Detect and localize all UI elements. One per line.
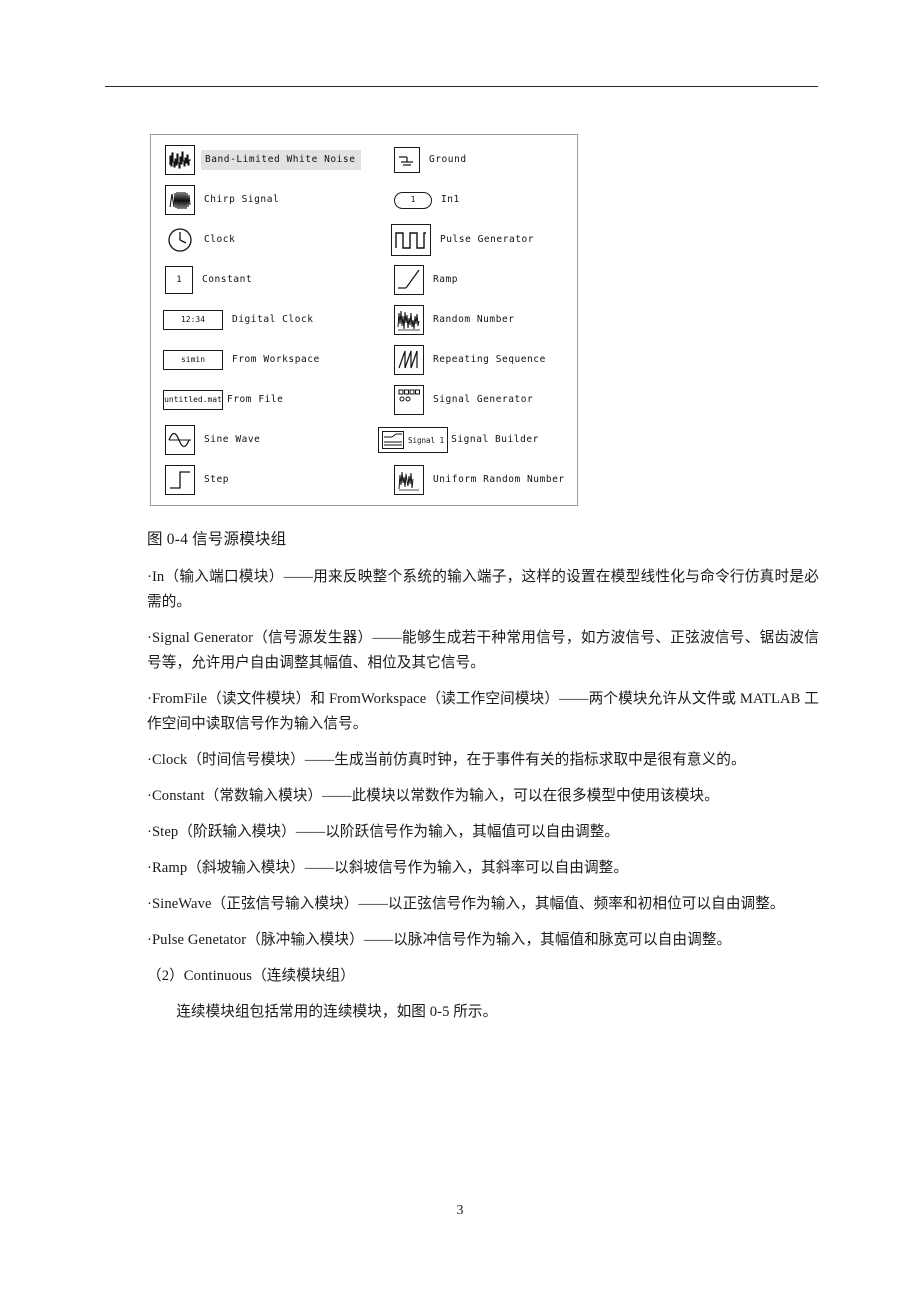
ramp-icon (394, 265, 424, 295)
paragraph-continuous-heading: （2）Continuous（连续模块组） (147, 968, 355, 984)
block-label: Repeating Sequence (433, 354, 546, 366)
inport-icon: 1 (394, 191, 432, 209)
block-label: Pulse Generator (440, 234, 535, 246)
block-label: Ramp (433, 274, 459, 286)
block-label: From Workspace (232, 354, 320, 366)
inport-value: 1 (410, 195, 416, 204)
block-item-constant[interactable]: 1 Constant (165, 260, 252, 300)
block-item-ramp[interactable]: Ramp (394, 260, 458, 300)
block-label: Signal Builder (451, 434, 539, 446)
paragraph-signal-generator: ·Signal Generator（信号源发生器）——能够生成若干种常用信号，如… (147, 630, 819, 671)
body-text: ·In（输入端口模块）——用来反映整个系统的输入端子，这样的设置在模型线性化与命… (147, 565, 819, 1036)
pulse-generator-icon (391, 224, 431, 256)
block-item-digital-clock[interactable]: 12:34 Digital Clock (163, 300, 314, 340)
sine-wave-icon (165, 425, 195, 455)
paragraph-pulse-generator: ·Pulse Genetator（脉冲输入模块）——以脉冲信号作为输入，其幅值和… (147, 932, 732, 948)
block-item-from-file[interactable]: untitled.mat From File (163, 380, 283, 420)
clock-icon (165, 225, 195, 255)
page-number: 3 (456, 1203, 464, 1218)
block-item-repeating-sequence[interactable]: Repeating Sequence (394, 340, 546, 380)
block-label: Step (204, 474, 230, 486)
from-file-icon: untitled.mat (163, 390, 223, 410)
paragraph-sinewave: ·SineWave（正弦信号输入模块）——以正弦信号作为输入，其幅值、频率和初相… (147, 896, 785, 912)
paragraph-continuous-body: 连续模块组包括常用的连续模块，如图 0-5 所示。 (176, 1004, 498, 1020)
step-icon (165, 465, 195, 495)
from-file-value: untitled.mat (164, 395, 222, 404)
block-item-from-workspace[interactable]: simin From Workspace (163, 340, 320, 380)
block-label: Sine Wave (204, 434, 261, 446)
digital-clock-value: 12:34 (180, 315, 206, 324)
block-label: Constant (202, 274, 253, 286)
noise-waveform-icon (165, 145, 195, 175)
paragraph-clock: ·Clock（时间信号模块）——生成当前仿真时钟，在于事件有关的指标求取中是很有… (147, 752, 746, 768)
block-item-chirp-signal[interactable]: Chirp Signal (165, 180, 279, 220)
random-number-icon (394, 305, 424, 335)
signal-builder-icon: Signal 1 (378, 427, 449, 453)
block-item-pulse-generator[interactable]: Pulse Generator (391, 220, 534, 260)
digital-clock-icon: 12:34 (163, 310, 223, 330)
block-label: Uniform Random Number (433, 474, 565, 486)
block-label: Signal Generator (433, 394, 534, 406)
block-item-signal-builder[interactable]: Signal 1 Signal Builder (378, 420, 539, 460)
block-item-step[interactable]: Step (165, 460, 229, 500)
block-label: From File (227, 394, 284, 406)
chirp-waveform-icon (165, 185, 195, 215)
block-item-in1[interactable]: 1 In1 (394, 180, 460, 220)
block-item-signal-generator[interactable]: Signal Generator (394, 380, 533, 420)
block-item-sine-wave[interactable]: Sine Wave (165, 420, 260, 460)
constant-icon: 1 (165, 266, 193, 294)
block-label: Random Number (433, 314, 515, 326)
block-label: Clock (204, 234, 236, 246)
constant-value: 1 (176, 274, 182, 285)
uniform-random-number-icon (394, 465, 424, 495)
block-item-random-number[interactable]: Random Number (394, 300, 515, 340)
figure-caption: 图 0-4 信号源模块组 (147, 531, 287, 548)
block-label: In1 (441, 194, 460, 206)
paragraph-step: ·Step（阶跃输入模块）——以阶跃信号作为输入，其幅值可以自由调整。 (147, 824, 620, 840)
page-header-rule (105, 86, 818, 87)
signal-generator-icon (394, 385, 424, 415)
from-workspace-value: simin (180, 355, 206, 364)
paragraph-constant: ·Constant（常数输入模块）——此模块以常数作为输入，可以在很多模型中使用… (147, 788, 719, 804)
paragraph-in: ·In（输入端口模块）——用来反映整个系统的输入端子，这样的设置在模型线性化与命… (147, 569, 819, 610)
block-label: Digital Clock (232, 314, 314, 326)
block-item-uniform-random-number[interactable]: Uniform Random Number (394, 460, 565, 500)
block-label: Chirp Signal (204, 194, 280, 206)
block-item-clock[interactable]: Clock (165, 220, 235, 260)
repeating-sequence-icon (394, 345, 424, 375)
ground-icon (394, 147, 420, 173)
signal-builder-value: Signal 1 (408, 435, 445, 445)
block-label: Band-Limited White Noise (201, 150, 362, 170)
figure-simulink-sources-panel: Band-Limited White Noise Chirp Signal Cl… (150, 134, 578, 506)
block-item-ground[interactable]: Ground (394, 140, 467, 180)
block-item-band-limited-white-noise[interactable]: Band-Limited White Noise (165, 140, 362, 180)
block-label: Ground (429, 154, 467, 166)
paragraph-fromfile-fromworkspace: ·FromFile（读文件模块）和 FromWorkspace（读工作空间模块）… (147, 691, 819, 732)
from-workspace-icon: simin (163, 350, 223, 370)
paragraph-ramp: ·Ramp（斜坡输入模块）——以斜坡信号作为输入，其斜率可以自由调整。 (147, 860, 629, 876)
